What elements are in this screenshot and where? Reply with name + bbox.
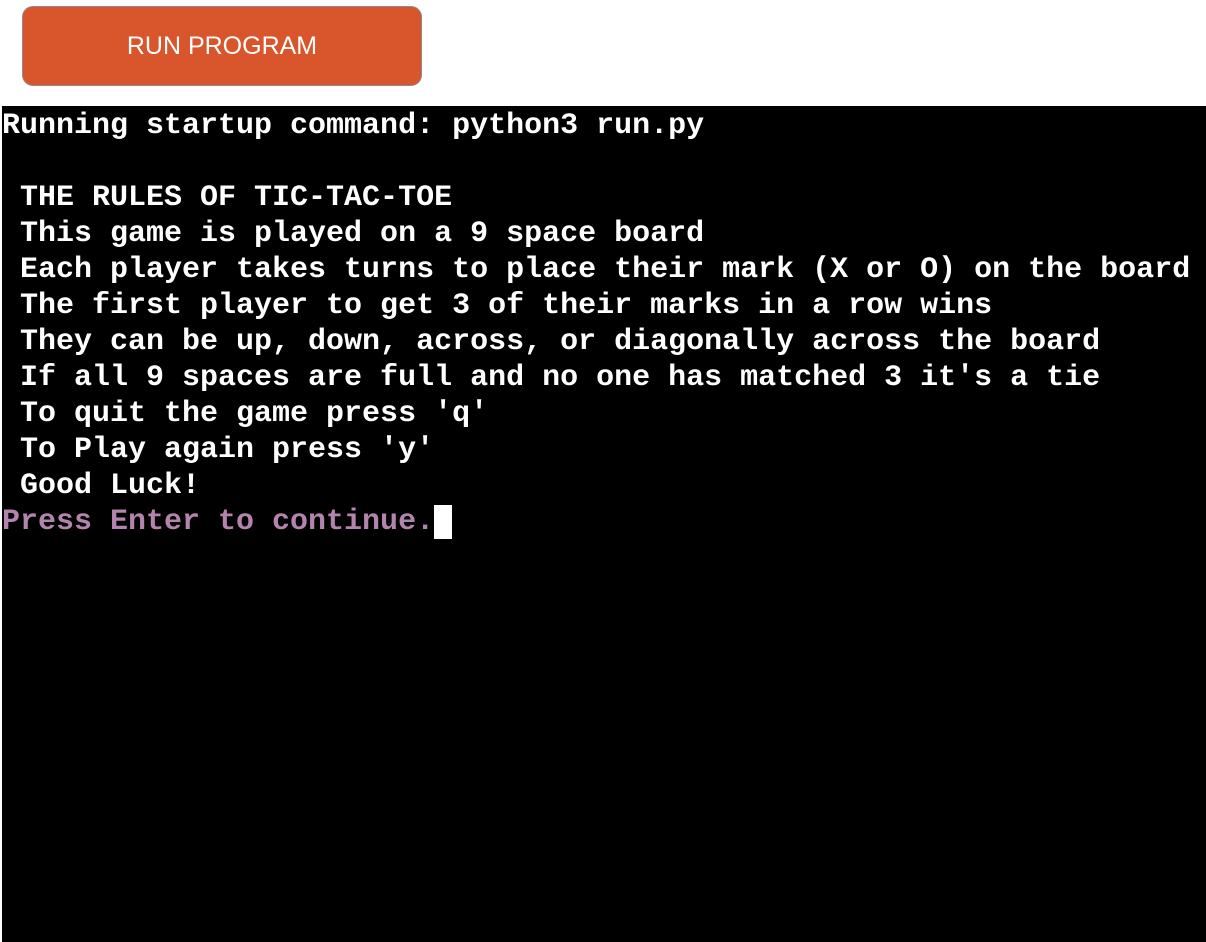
text-cursor <box>434 505 453 539</box>
continue-prompt: Press Enter to continue. <box>2 505 435 539</box>
rule-line: Good Luck! <box>2 469 201 503</box>
rules-title: THE RULES OF TIC-TAC-TOE <box>2 181 453 215</box>
rule-line: To Play again press 'y' <box>2 433 435 467</box>
startup-command-line: Running startup command: python3 run.py <box>2 109 705 143</box>
rule-line: If all 9 spaces are full and no one has … <box>2 361 1101 395</box>
run-program-button[interactable]: RUN PROGRAM <box>22 6 422 86</box>
rule-line: To quit the game press 'q' <box>2 397 489 431</box>
rule-line: They can be up, down, across, or diagona… <box>2 325 1101 359</box>
rule-line: This game is played on a 9 space board <box>2 217 705 251</box>
page: RUN PROGRAM Running startup command: pyt… <box>0 0 1206 942</box>
rule-line: The first player to get 3 of their marks… <box>2 289 993 323</box>
rule-line: Each player takes turns to place their m… <box>2 253 1191 287</box>
continue-prompt-line: Press Enter to continue. <box>2 504 453 540</box>
terminal[interactable]: Running startup command: python3 run.py … <box>2 106 1206 942</box>
